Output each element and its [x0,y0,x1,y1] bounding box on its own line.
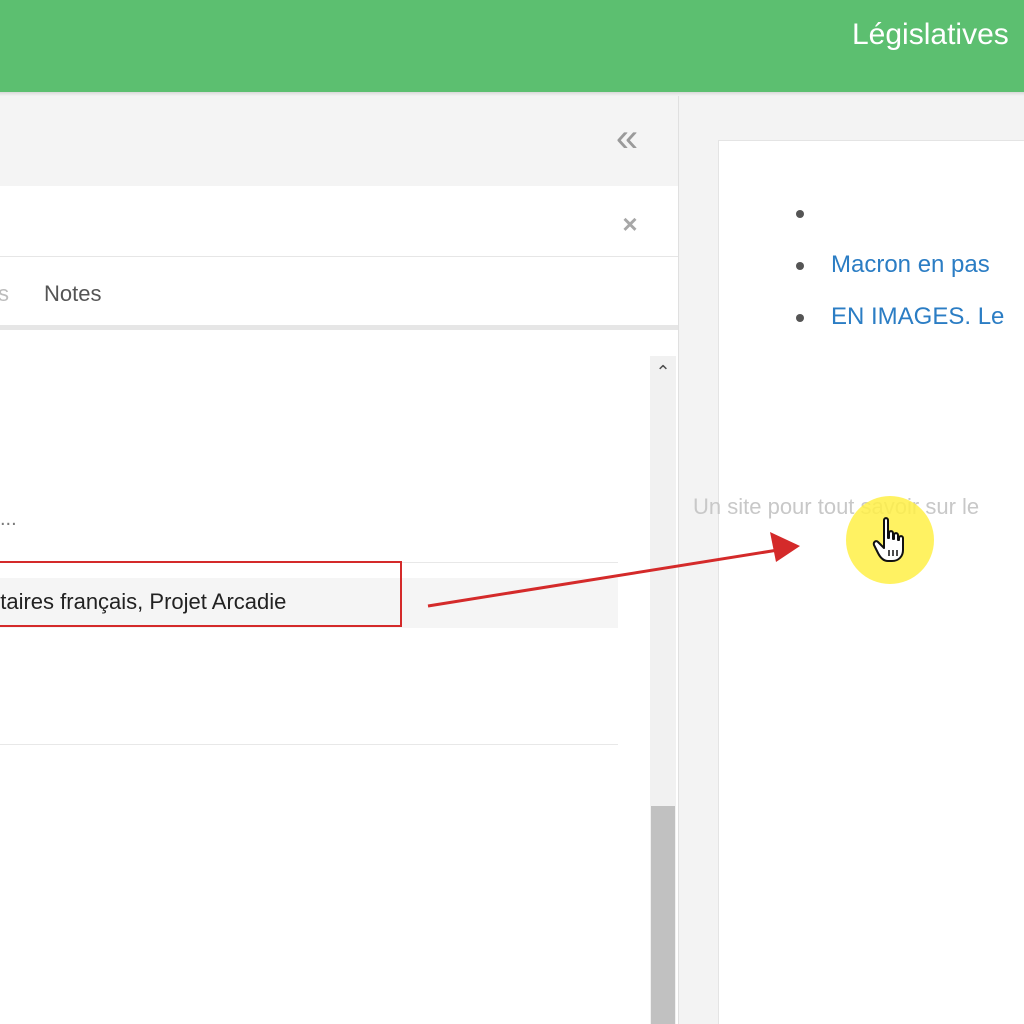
tab-notes[interactable]: Notes [44,281,101,307]
news-link[interactable]: Macron en pas [831,251,990,279]
news-link[interactable]: EN IMAGES. Le [831,303,1004,331]
chevron-up-icon[interactable]: ⌃ [650,358,676,386]
tab-bar: s Notes [0,257,678,330]
bullet-icon [796,210,804,218]
tab-partial[interactable]: s [0,281,9,307]
annotation-highlight-box [0,561,402,627]
site-tagline: Un site pour tout savoir sur le [693,494,980,519]
close-icon[interactable]: × [618,211,642,237]
list-divider [0,744,618,745]
list-area [0,330,650,1024]
hand-pointer-icon [872,517,904,562]
bullet-icon [796,262,804,270]
search-row[interactable] [0,186,678,257]
top-header-bar: Législatives [0,0,1024,92]
bullet-icon [796,314,804,322]
panel-header: « [0,96,678,186]
left-panel: « × s Notes [0,96,678,1024]
scrollbar-thumb[interactable] [651,806,675,1024]
page-title: Législatives [852,18,1009,51]
truncated-text: ... [0,508,17,530]
app-window: Législatives « × s Notes ... ntaires fra… [0,0,1024,1024]
double-chevron-left-icon[interactable]: « [610,118,644,158]
